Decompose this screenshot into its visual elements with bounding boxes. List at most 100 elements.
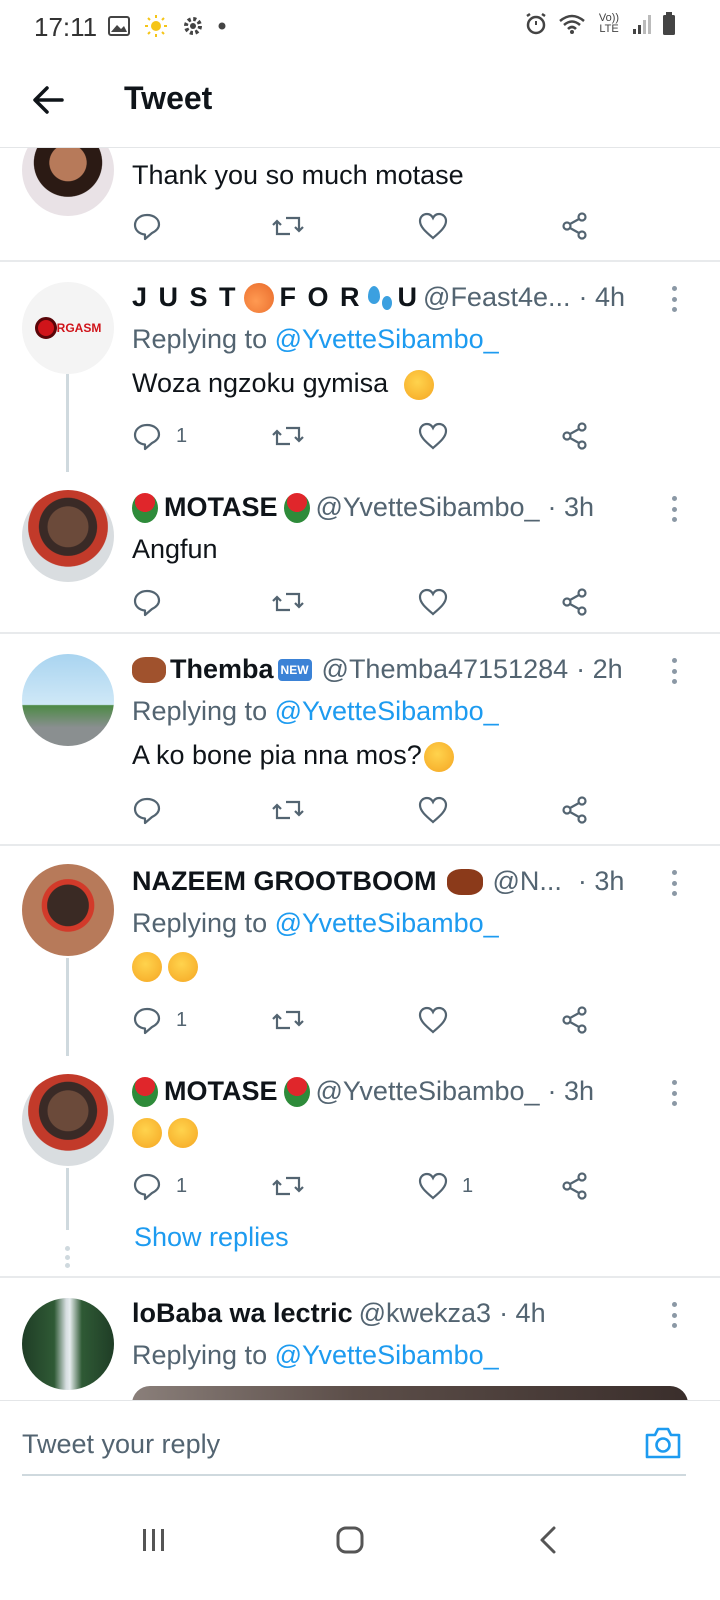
share-icon (562, 422, 587, 450)
share-icon (562, 212, 587, 240)
sun-icon (145, 15, 167, 37)
reply-button[interactable]: 1 (132, 1002, 187, 1038)
share-button[interactable] (560, 208, 590, 244)
rofl-emoji-icon (168, 951, 198, 982)
tweet-item[interactable]: Themba NEW @Themba47151284 · 2h Replying… (0, 634, 720, 844)
retweet-button[interactable] (272, 1168, 304, 1204)
tweet-item[interactable]: MOTASE @YvetteSibambo_ · 3h Angfun (0, 472, 720, 632)
crying-face-emoji-icon (168, 1117, 198, 1148)
retweet-button[interactable] (272, 208, 304, 244)
mention-link[interactable]: @YvetteSibambo_ (275, 1340, 499, 1370)
home-icon (336, 1526, 364, 1554)
tweet-header: loBaba wa lectric @kwekza3 · 4h (132, 1298, 660, 1329)
author-handle[interactable]: @YvetteSibambo_ (316, 1076, 540, 1107)
more-options-button[interactable] (670, 286, 678, 312)
avatar[interactable]: RGASM (22, 282, 114, 374)
tweet-item[interactable]: RGASM J U S T F O R U @Feast4e... · 4h R… (0, 262, 720, 472)
author-name[interactable]: loBaba wa lectric (132, 1298, 353, 1329)
retweet-button[interactable] (272, 1002, 304, 1038)
share-button[interactable] (560, 1002, 590, 1038)
like-button[interactable] (418, 792, 448, 828)
reply-composer: Tweet your reply (0, 1400, 720, 1480)
retweet-button[interactable] (272, 584, 304, 620)
tweet-item[interactable]: NAZEEM GROOTBOOM @N... · 3h Replying to … (0, 846, 720, 1056)
input-underline (22, 1474, 686, 1476)
more-options-button[interactable] (670, 1080, 678, 1106)
author-name-end[interactable]: U (398, 282, 418, 313)
replies-timeline[interactable]: Thank you so much motase RGASM J U S T F… (0, 148, 720, 1400)
tweet-text: Thank you so much motase (132, 160, 464, 190)
like-button[interactable] (418, 418, 448, 454)
system-nav-bar (0, 1480, 720, 1600)
mention-link[interactable]: @YvetteSibambo_ (275, 908, 499, 938)
retweet-button[interactable] (272, 418, 304, 454)
author-handle[interactable]: @YvetteSibambo_ (316, 492, 540, 523)
retweet-icon (272, 426, 304, 446)
more-options-button[interactable] (670, 1302, 678, 1328)
reply-input[interactable]: Tweet your reply (22, 1429, 220, 1460)
author-name[interactable]: J U S T (132, 282, 238, 313)
back-button[interactable] (28, 80, 68, 120)
author-name[interactable]: MOTASE (164, 1076, 278, 1107)
retweet-icon (272, 592, 304, 612)
author-name[interactable]: MOTASE (164, 492, 278, 523)
reply-button[interactable] (132, 584, 162, 620)
avatar[interactable] (22, 654, 114, 746)
recents-button[interactable] (132, 1518, 176, 1562)
page-title: Tweet (124, 80, 213, 116)
reply-button[interactable]: 1 (132, 418, 187, 454)
replying-to: Replying to @YvetteSibambo_ (132, 696, 499, 727)
mention-link[interactable]: @YvetteSibambo_ (275, 324, 499, 354)
more-options-button[interactable] (670, 870, 678, 896)
show-replies-link[interactable]: Show replies (134, 1222, 289, 1253)
new-badge-icon: NEW (277, 658, 312, 681)
share-button[interactable] (560, 584, 590, 620)
like-count: 1 (462, 1174, 474, 1197)
tweet-time: · 4h (499, 1298, 546, 1328)
reply-button[interactable] (132, 792, 162, 828)
heart-icon (418, 212, 448, 240)
avatar[interactable] (22, 490, 114, 582)
avatar[interactable] (22, 1074, 114, 1166)
more-options-button[interactable] (670, 658, 678, 684)
author-name[interactable]: Themba (170, 654, 274, 685)
share-button[interactable] (560, 1168, 590, 1204)
retweet-icon (272, 1176, 304, 1196)
heart-icon (418, 588, 448, 616)
rose-emoji-icon (283, 492, 310, 523)
horse-emoji-icon (132, 656, 166, 683)
author-handle[interactable]: @Feast4e... (423, 282, 570, 313)
avatar[interactable] (22, 1298, 114, 1390)
share-button[interactable] (560, 418, 590, 454)
tweet-item[interactable]: Thank you so much motase (0, 148, 720, 260)
author-handle[interactable]: @kwekza3 (359, 1298, 491, 1329)
tweet-text: Woza ngzoku gymisa (132, 368, 434, 400)
camera-button[interactable] (644, 1425, 682, 1461)
like-button[interactable] (418, 1002, 448, 1038)
tweet-media[interactable] (132, 1386, 688, 1400)
retweet-button[interactable] (272, 792, 304, 828)
author-handle[interactable]: @Themba47151284 (322, 654, 569, 685)
heart-icon (418, 1006, 448, 1034)
reply-button[interactable] (132, 208, 162, 244)
tweet-time: · 3h (577, 866, 625, 896)
like-button[interactable]: 1 (418, 1168, 473, 1204)
author-handle[interactable]: @N... (493, 866, 562, 897)
more-options-button[interactable] (670, 496, 678, 522)
avatar[interactable] (22, 864, 114, 956)
like-button[interactable] (418, 584, 448, 620)
tweet-item[interactable]: loBaba wa lectric @kwekza3 · 4h Replying… (0, 1278, 720, 1400)
tweet-item[interactable]: MOTASE @YvetteSibambo_ · 3h 1 1 Show rep… (0, 1056, 720, 1276)
share-button[interactable] (560, 792, 590, 828)
home-button[interactable] (328, 1518, 372, 1562)
tweet-actions: 1 1 (132, 1168, 612, 1204)
back-nav-button[interactable] (526, 1518, 570, 1562)
gallery-icon (108, 16, 130, 36)
avatar[interactable] (22, 148, 114, 216)
mention-link[interactable]: @YvetteSibambo_ (275, 696, 499, 726)
author-name-mid[interactable]: F O R (280, 282, 362, 313)
author-name[interactable]: NAZEEM GROOTBOOM (132, 866, 437, 897)
top-app-bar: Tweet (0, 50, 720, 148)
reply-button[interactable]: 1 (132, 1168, 187, 1204)
like-button[interactable] (418, 208, 448, 244)
